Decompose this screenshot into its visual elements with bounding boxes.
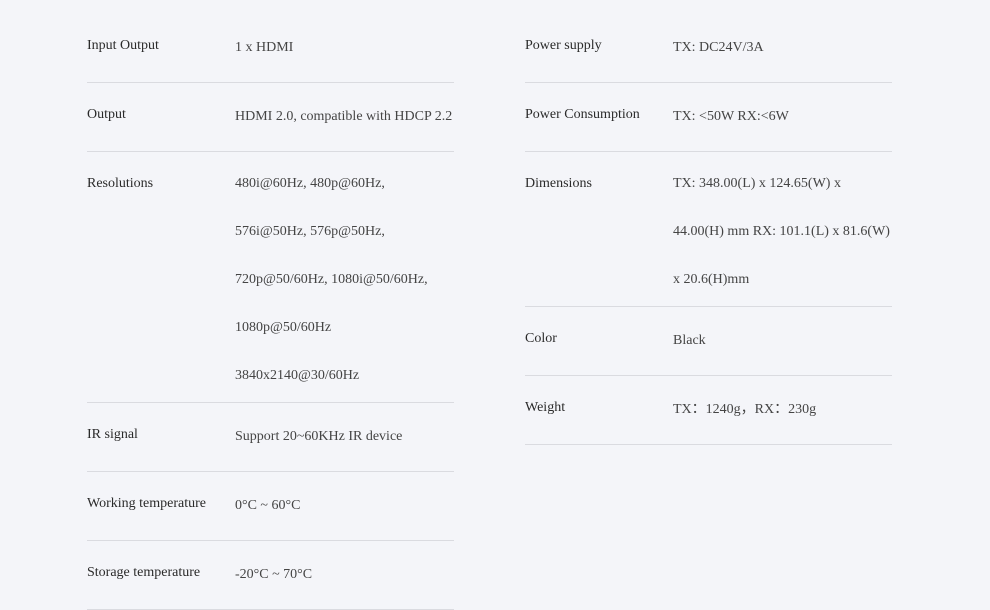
spec-label: Weight	[525, 400, 566, 415]
spec-value-line: -20°C ~ 70°C	[235, 567, 313, 582]
spec-value: Black	[673, 317, 892, 365]
spec-value-line: 44.00(H) mm RX: 101.1(L) x 81.6(W)	[673, 224, 890, 239]
spec-value: -20°C ~ 70°C	[235, 551, 454, 599]
spec-row-storage-temperature: Storage temperature -20°C ~ 70°C	[87, 541, 454, 610]
spec-value: 1 x HDMI	[235, 24, 454, 72]
spec-value: TX: DC24V/3A	[673, 24, 892, 72]
spec-value: Support 20~60KHz IR device	[235, 413, 454, 461]
spec-value: TX: <50W RX:<6W	[673, 93, 892, 141]
spec-value-line: x 20.6(H)mm	[673, 272, 750, 287]
spec-value-line: 576i@50Hz, 576p@50Hz,	[235, 224, 385, 239]
spec-row-color: Color Black	[525, 307, 892, 376]
spec-value: 480i@60Hz, 480p@60Hz, 576i@50Hz, 576p@50H…	[235, 160, 454, 400]
spec-label: Color	[525, 331, 557, 346]
spec-row-resolutions: Resolutions 480i@60Hz, 480p@60Hz, 576i@50H…	[87, 152, 454, 403]
spec-label: IR signal	[87, 427, 138, 442]
spec-row-weight: Weight TX：1240g，RX：230g	[525, 376, 892, 445]
spec-label: Dimensions	[525, 176, 592, 191]
spec-row-dimensions: Dimensions TX: 348.00(L) x 124.65(W) x 44.…	[525, 152, 892, 307]
spec-value-line: 480i@60Hz, 480p@60Hz,	[235, 176, 385, 191]
spec-value-line: TX: 348.00(L) x 124.65(W) x	[673, 176, 841, 191]
spec-value: TX：1240g，RX：230g	[673, 386, 892, 434]
spec-value-line: TX：1240g，RX：230g	[673, 402, 817, 417]
spec-value-line: Support 20~60KHz IR device	[235, 429, 403, 444]
spec-value-line: 1 x HDMI	[235, 40, 294, 55]
spec-value-line: 1080p@50/60Hz	[235, 320, 332, 335]
spec-row-working-temperature: Working temperature 0°C ~ 60°C	[87, 472, 454, 541]
spec-value: TX: 348.00(L) x 124.65(W) x 44.00(H) mm R…	[673, 160, 892, 304]
spec-value-line: 0°C ~ 60°C	[235, 498, 301, 513]
spec-label: Working temperature	[87, 496, 206, 511]
spec-value-line: 720p@50/60Hz, 1080i@50/60Hz,	[235, 272, 428, 287]
spec-value: HDMI 2.0, compatible with HDCP 2.2	[235, 93, 454, 141]
spec-value: 0°C ~ 60°C	[235, 482, 454, 530]
spec-row-power-consumption: Power Consumption TX: <50W RX:<6W	[525, 83, 892, 152]
spec-label: Power Consumption	[525, 107, 640, 122]
spec-value-line: HDMI 2.0, compatible with HDCP 2.2	[235, 109, 453, 124]
spec-label: Power supply	[525, 38, 602, 53]
spec-value-line: TX: DC24V/3A	[673, 40, 764, 55]
spec-row-input-output: Input Output 1 x HDMI	[87, 14, 454, 83]
spec-label: Output	[87, 107, 126, 122]
spec-value-line: Black	[673, 333, 706, 348]
spec-row-output: Output HDMI 2.0, compatible with HDCP 2.2	[87, 83, 454, 152]
spec-row-power-supply: Power supply TX: DC24V/3A	[525, 14, 892, 83]
spec-table-left: Input Output 1 x HDMI Output HDMI 2.0, comp…	[87, 14, 454, 610]
spec-label: Storage temperature	[87, 565, 201, 580]
spec-label: Input Output	[87, 38, 159, 53]
spec-table-right: Power supply TX: DC24V/3A Power Consumptio…	[525, 14, 892, 445]
spec-value-line: TX: <50W RX:<6W	[673, 109, 789, 124]
spec-label: Resolutions	[87, 176, 154, 191]
spec-row-ir-signal: IR signal Support 20~60KHz IR device	[87, 403, 454, 472]
spec-value-line: 3840x2140@30/60Hz	[235, 368, 360, 383]
